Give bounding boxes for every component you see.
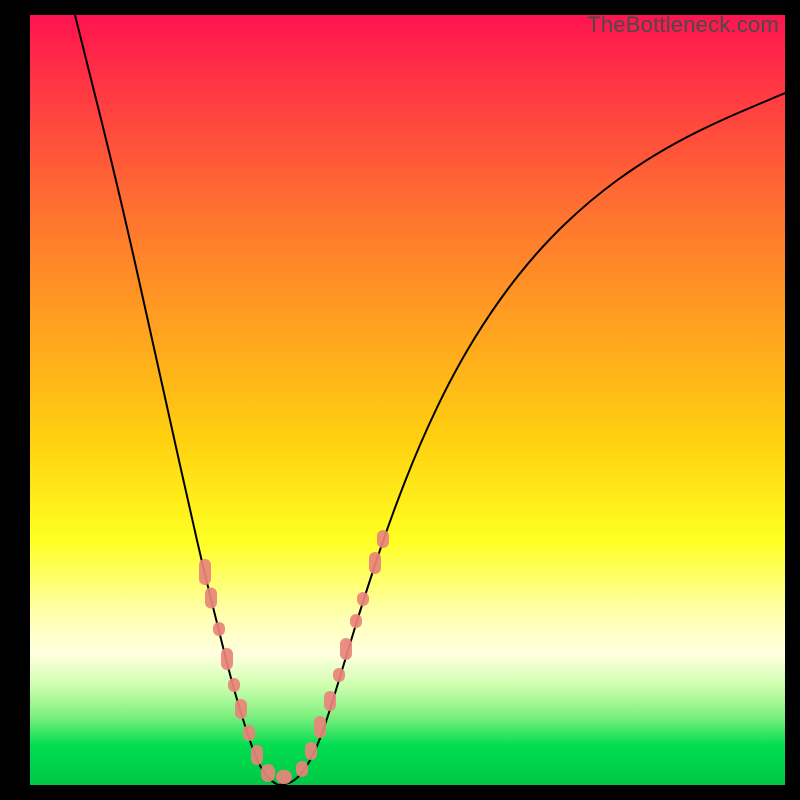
data-bead — [205, 588, 217, 609]
data-bead — [213, 622, 225, 636]
beads-group — [199, 530, 389, 784]
data-bead — [305, 742, 317, 760]
data-bead — [296, 761, 308, 777]
data-bead — [276, 770, 292, 784]
data-bead — [350, 614, 362, 628]
data-bead — [199, 559, 211, 585]
data-bead — [228, 678, 240, 692]
data-bead — [324, 691, 336, 711]
data-bead — [357, 592, 369, 606]
data-bead — [261, 764, 275, 782]
right-branch-curve — [278, 93, 785, 785]
data-bead — [333, 668, 345, 682]
data-bead — [314, 716, 326, 738]
data-bead — [243, 725, 255, 741]
chart-plot-area: TheBottleneck.com — [30, 15, 785, 785]
data-bead — [251, 745, 263, 765]
data-bead — [377, 530, 389, 548]
left-branch-curve — [75, 15, 278, 785]
curve-svg — [30, 15, 785, 785]
data-bead — [221, 648, 233, 670]
data-bead — [369, 552, 381, 574]
data-bead — [235, 699, 247, 719]
watermark-text: TheBottleneck.com — [587, 12, 779, 38]
data-bead — [340, 638, 352, 660]
